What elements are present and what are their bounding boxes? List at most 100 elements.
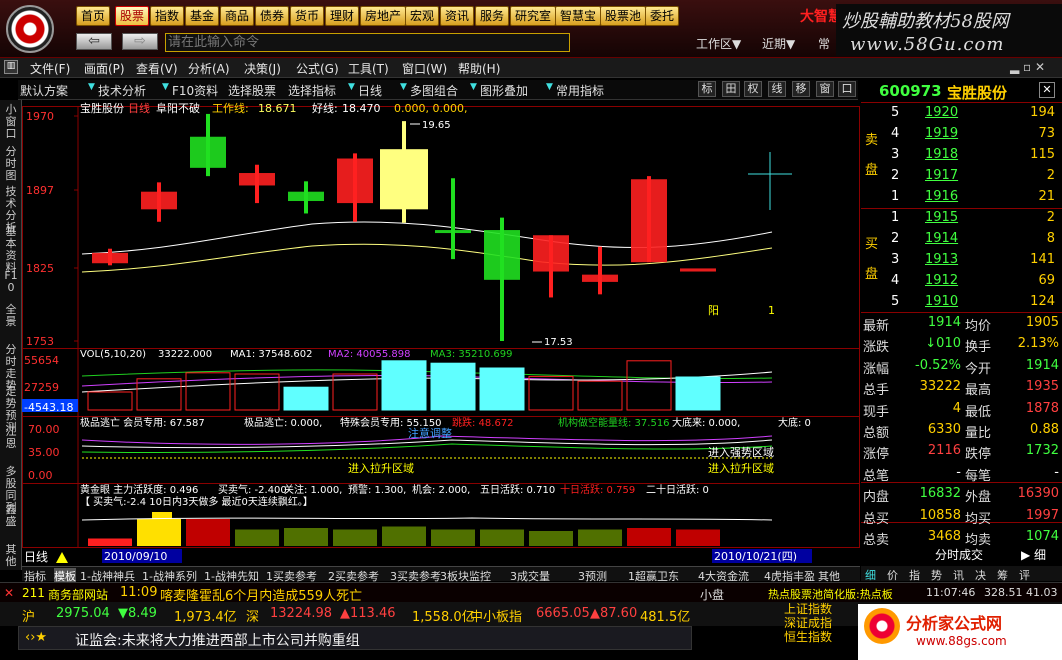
nav-button-11[interactable]: 服务 bbox=[475, 6, 510, 26]
buy-price[interactable]: 1914 bbox=[925, 231, 958, 246]
dropdown-arrow-icon[interactable]: ▼ bbox=[400, 82, 407, 92]
next-arrow-icon[interactable]: ▶ 细 bbox=[1021, 546, 1046, 563]
workarea-dropdown[interactable]: 工作区▼ bbox=[696, 35, 741, 52]
kline-chart[interactable]: 1970189718251753宝胜股份 日线 阜阳不破 工作线: 18.671 好线: 1… bbox=[22, 100, 860, 566]
left-tab-4[interactable]: F10 bbox=[2, 270, 20, 294]
nav-button-2[interactable]: 指数 bbox=[150, 6, 185, 26]
nav-button-1[interactable]: 股票 bbox=[115, 6, 150, 26]
dropdown-arrow-icon[interactable]: ▼ bbox=[88, 82, 95, 92]
menu-item-1[interactable]: 画面(P) bbox=[84, 60, 125, 77]
toolbar-item-3[interactable]: 选择股票 bbox=[228, 82, 276, 99]
back-button[interactable]: ⇦ bbox=[76, 33, 112, 50]
quote-tab-1[interactable]: 价 bbox=[887, 567, 898, 583]
vol-ma3: MA3: 35210.699 bbox=[430, 349, 512, 360]
nav-button-14[interactable]: 股票池 bbox=[600, 6, 647, 26]
left-tab-5[interactable]: 全景 bbox=[2, 304, 20, 328]
menu-item-7[interactable]: 窗口(W) bbox=[402, 60, 447, 77]
dropdown-arrow-icon[interactable]: ▼ bbox=[546, 82, 553, 92]
nav-button-3[interactable]: 基金 bbox=[185, 6, 220, 26]
quote-tab-0[interactable]: 细 bbox=[865, 567, 876, 583]
right-index-1[interactable]: 深证成指 bbox=[784, 616, 832, 630]
right-index-2[interactable]: 恒生指数 bbox=[784, 630, 832, 644]
left-tab-1[interactable]: 分时图 bbox=[2, 146, 20, 182]
ticker-bar[interactable]: ‹›★ 证监会:未来将大力推进西部上市公司并购重组 bbox=[18, 626, 692, 650]
menu-item-2[interactable]: 查看(V) bbox=[136, 60, 178, 77]
sell-price[interactable]: 1920 bbox=[925, 105, 958, 120]
nav-button-5[interactable]: 债券 bbox=[255, 6, 290, 26]
left-tab-8[interactable]: 江恩 bbox=[2, 426, 20, 450]
left-tab-10[interactable]: 鑫盛 bbox=[2, 504, 20, 528]
chart-tool-icon-5[interactable]: 窗 bbox=[816, 81, 834, 97]
nav-button-4[interactable]: 商品 bbox=[220, 6, 255, 26]
close-icon[interactable]: ✕ bbox=[4, 586, 14, 600]
chart-tool-icon-4[interactable]: 移 bbox=[792, 81, 810, 97]
toolbar-item-4[interactable]: 选择指标 bbox=[288, 82, 336, 99]
toolbar-item-0[interactable]: 默认方案 bbox=[20, 82, 68, 99]
ticker-text[interactable]: 证监会:未来将大力推进西部上市公司并购重组 bbox=[75, 630, 360, 650]
flower-icon bbox=[864, 608, 900, 644]
quote-tab-7[interactable]: 评 bbox=[1019, 567, 1030, 583]
quote-tab-2[interactable]: 指 bbox=[909, 567, 920, 583]
chart-tool-icon-6[interactable]: 口 bbox=[838, 81, 856, 97]
menu-item-0[interactable]: 文件(F) bbox=[30, 60, 70, 77]
zx-index[interactable]: 6665.05 bbox=[536, 606, 590, 621]
chart-tool-icon-2[interactable]: 权 bbox=[744, 81, 762, 97]
right-index-0[interactable]: 上证指数 bbox=[784, 602, 832, 616]
dropdown-arrow-icon[interactable]: ▼ bbox=[162, 82, 169, 92]
menu-item-3[interactable]: 分析(A) bbox=[188, 60, 230, 77]
ext-dropdown[interactable]: 常 bbox=[818, 35, 830, 52]
command-input[interactable]: 请在此输入命令 bbox=[165, 33, 570, 52]
nav-button-6[interactable]: 货币 bbox=[290, 6, 325, 26]
nav-button-10[interactable]: 资讯 bbox=[440, 6, 475, 26]
menu-item-4[interactable]: 决策(J) bbox=[244, 60, 281, 77]
news-bar[interactable]: ✕ 211 商务部网站 11:09 喀麦隆霍乱6个月内造成559人死亡 小盘 热… bbox=[0, 582, 1062, 604]
left-tab-0[interactable]: 小窗口 bbox=[2, 104, 20, 140]
window-controls[interactable]: ▂ ▫ ✕ bbox=[1010, 60, 1045, 74]
buy-price[interactable]: 1913 bbox=[925, 252, 958, 267]
nav-button-12[interactable]: 研究室 bbox=[510, 6, 557, 26]
close-quote-icon[interactable]: ✕ bbox=[1039, 82, 1055, 98]
forward-button[interactable]: ⇨ bbox=[122, 33, 158, 50]
toolbar-item-2[interactable]: F10资料 bbox=[172, 82, 218, 99]
chart-tool-icon-1[interactable]: 田 bbox=[722, 81, 740, 97]
nav-button-9[interactable]: 宏观 bbox=[405, 6, 440, 26]
quote-tab-3[interactable]: 势 bbox=[931, 567, 942, 583]
quote-tab-5[interactable]: 决 bbox=[975, 567, 986, 583]
quote-tab-4[interactable]: 讯 bbox=[953, 567, 964, 583]
nav-button-8[interactable]: 房地产 bbox=[360, 6, 407, 26]
quote-field-value: 1878 bbox=[1025, 400, 1059, 416]
nav-button-7[interactable]: 理财 bbox=[325, 6, 360, 26]
toolbar-item-8[interactable]: 常用指标 bbox=[556, 82, 604, 99]
quote-tab-6[interactable]: 筹 bbox=[997, 567, 1008, 583]
sh-index[interactable]: 2975.04 bbox=[56, 606, 110, 621]
sell-price[interactable]: 1916 bbox=[925, 189, 958, 204]
left-tab-11[interactable]: 其他 bbox=[2, 544, 20, 568]
trade-detail-tab[interactable]: 分时成交 bbox=[935, 546, 983, 563]
window-icon[interactable]: ▥ bbox=[4, 60, 18, 74]
buy-price[interactable]: 1912 bbox=[925, 273, 958, 288]
app-logo-icon[interactable] bbox=[6, 5, 54, 53]
toolbar-item-7[interactable]: 图形叠加 bbox=[480, 82, 528, 99]
ticker-arrows-icon[interactable]: ‹›★ bbox=[25, 630, 47, 645]
menu-item-8[interactable]: 帮助(H) bbox=[458, 60, 500, 77]
menu-item-6[interactable]: 工具(T) bbox=[348, 60, 389, 77]
dropdown-arrow-icon[interactable]: ▼ bbox=[470, 82, 477, 92]
buy-price[interactable]: 1915 bbox=[925, 210, 958, 225]
sell-price[interactable]: 1919 bbox=[925, 126, 958, 141]
left-tab-3[interactable]: 基本资料 bbox=[2, 226, 20, 274]
chart-tool-icon-3[interactable]: 线 bbox=[768, 81, 786, 97]
recent-dropdown[interactable]: 近期▼ bbox=[762, 35, 795, 52]
buy-price[interactable]: 1910 bbox=[925, 294, 958, 309]
nav-button-0[interactable]: 首页 bbox=[76, 6, 111, 26]
toolbar-item-5[interactable]: 日线 bbox=[358, 82, 382, 99]
sell-price[interactable]: 1917 bbox=[925, 168, 958, 183]
menu-item-5[interactable]: 公式(G) bbox=[296, 60, 339, 77]
dropdown-arrow-icon[interactable]: ▼ bbox=[348, 82, 355, 92]
nav-button-15[interactable]: 委托 bbox=[645, 6, 680, 26]
sell-price[interactable]: 1918 bbox=[925, 147, 958, 162]
chart-tool-icon-0[interactable]: 标 bbox=[698, 81, 716, 97]
sz-index[interactable]: 13224.98 bbox=[270, 606, 332, 621]
nav-button-13[interactable]: 智慧宝 bbox=[555, 6, 602, 26]
toolbar-item-6[interactable]: 多图组合 bbox=[410, 82, 458, 99]
toolbar-item-1[interactable]: 技术分析 bbox=[98, 82, 146, 99]
